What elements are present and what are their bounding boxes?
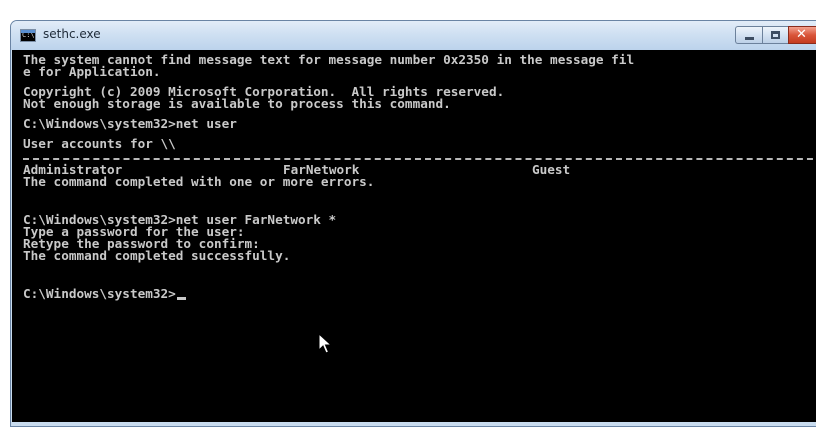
close-button[interactable]: ✕ bbox=[788, 26, 816, 44]
console-line: Not enough storage is available to proce… bbox=[23, 96, 451, 111]
account-farnetwork: FarNetwork bbox=[283, 162, 360, 177]
account-administrator: Administrator bbox=[23, 162, 123, 177]
title-bar[interactable]: C:\ sethc.exe ✕ bbox=[11, 21, 816, 50]
separator-line bbox=[23, 158, 816, 161]
console-line: The command completed with one or more e… bbox=[23, 174, 375, 189]
minimize-icon bbox=[745, 37, 754, 40]
console-output[interactable]: The system cannot find message text for … bbox=[12, 50, 816, 422]
mouse-pointer-icon bbox=[318, 333, 332, 354]
text-cursor bbox=[176, 297, 186, 300]
close-icon: ✕ bbox=[796, 27, 807, 42]
console-window: C:\ sethc.exe ✕ The system cannot find m… bbox=[10, 20, 816, 427]
caption-buttons: ✕ bbox=[735, 26, 816, 45]
maximize-button[interactable] bbox=[762, 26, 788, 44]
console-command-line: C:\Windows\system32>net user bbox=[23, 116, 237, 131]
console-line: User accounts for \\ bbox=[23, 136, 176, 151]
prompt-text: C:\Windows\system32> bbox=[23, 286, 176, 301]
account-list: Administrator FarNetwork Guest bbox=[23, 162, 816, 177]
window-title: sethc.exe bbox=[43, 27, 101, 41]
console-line: e for Application. bbox=[23, 64, 161, 79]
command-prompt[interactable]: C:\Windows\system32> bbox=[23, 286, 816, 301]
console-app-icon[interactable]: C:\ bbox=[20, 29, 36, 42]
minimize-button[interactable] bbox=[735, 26, 762, 44]
maximize-icon bbox=[771, 31, 780, 39]
account-guest: Guest bbox=[532, 162, 571, 177]
console-line: The command completed successfully. bbox=[23, 248, 291, 263]
